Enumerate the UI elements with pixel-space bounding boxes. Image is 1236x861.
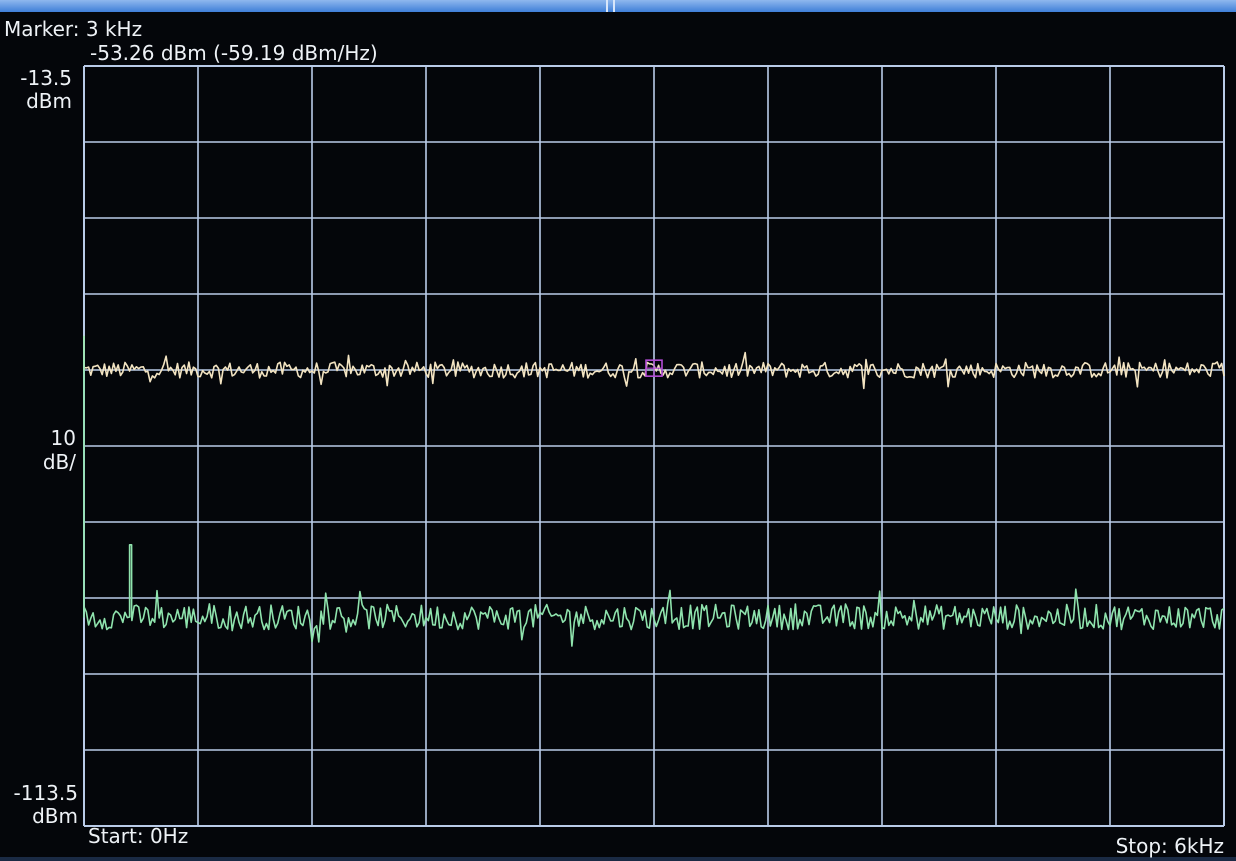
spectrum-plot (83, 65, 1225, 827)
graticule (83, 65, 1225, 827)
